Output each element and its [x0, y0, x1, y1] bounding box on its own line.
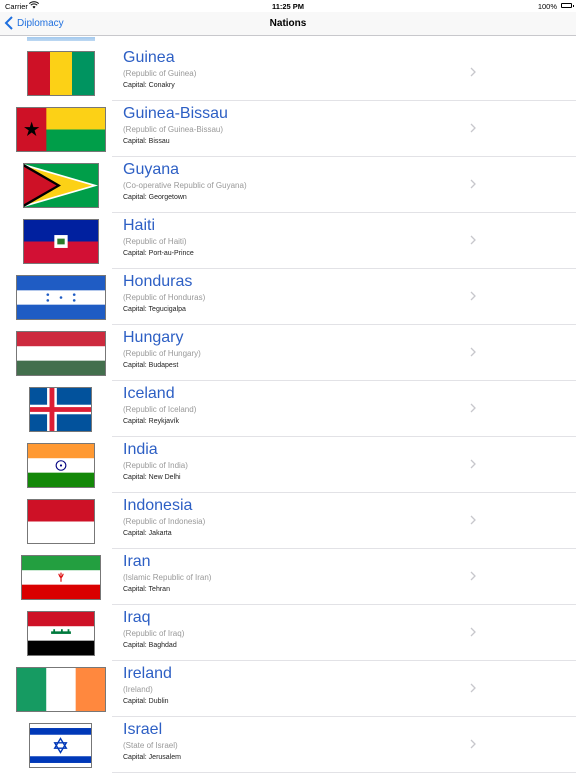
nation-name: Iraq — [123, 609, 151, 626]
nation-row[interactable]: Iceland (Republic of Iceland) Capital: Rey… — [0, 381, 576, 437]
israel-flag-icon — [29, 723, 92, 768]
nation-capital: Capital: Budapest — [123, 362, 179, 369]
chevron-right-icon — [470, 123, 476, 133]
status-bar: Carrier 11:25 PM 100% — [0, 0, 576, 12]
chevron-right-icon — [470, 291, 476, 301]
page-title: Nations — [269, 18, 307, 29]
nation-official-name: (Republic of Haiti) — [123, 237, 187, 246]
nation-row[interactable]: Iran (Islamic Republic of Iran) Capital: T… — [0, 549, 576, 605]
nation-official-name: (Republic of Guinea) — [123, 69, 197, 78]
nation-row[interactable]: India (Republic of India) Capital: New Del… — [0, 437, 576, 493]
honduras-flag-icon — [16, 275, 106, 320]
ireland-flag-icon — [16, 667, 106, 712]
nation-capital: Capital: Bissau — [123, 138, 170, 145]
hungary-flag-icon — [16, 331, 106, 376]
nation-capital: Capital: Dublin — [123, 698, 169, 705]
nation-official-name: (Republic of Guinea-Bissau) — [123, 125, 224, 134]
nation-capital: Capital: Reykjavík — [123, 418, 180, 425]
iceland-flag-icon — [29, 387, 92, 432]
nation-capital: Capital: Georgetown — [123, 194, 187, 201]
guinea-bissau-flag-icon — [16, 107, 106, 152]
nation-official-name: (Republic of Hungary) — [123, 349, 201, 358]
nation-name: Iceland — [123, 385, 175, 402]
nation-row[interactable]: Honduras (Republic of Honduras) Capital: T… — [0, 269, 576, 325]
india-flag-icon — [27, 443, 95, 488]
nation-official-name: (Co-operative Republic of Guyana) — [123, 181, 247, 190]
nation-name: Honduras — [123, 273, 193, 290]
chevron-right-icon — [470, 627, 476, 637]
navigation-bar: Diplomacy Nations — [0, 12, 576, 36]
nation-name: Guyana — [123, 161, 180, 178]
nation-capital: Capital: New Delhi — [123, 474, 181, 481]
guyana-flag-icon — [23, 163, 99, 208]
nation-row[interactable]: Guinea-Bissau (Republic of Guinea-Bissau)… — [0, 101, 576, 157]
nation-row[interactable]: Ireland (Ireland) Capital: Dublin — [0, 661, 576, 717]
nation-capital: Capital: Tegucigalpa — [123, 306, 186, 313]
chevron-right-icon — [470, 571, 476, 581]
chevron-right-icon — [470, 67, 476, 77]
nation-row[interactable]: Israel (State of Israel) Capital: Jerusale… — [0, 717, 576, 773]
iraq-flag-icon — [27, 611, 95, 656]
haiti-flag-icon — [23, 219, 99, 264]
nation-official-name: (Republic of Iceland) — [123, 405, 197, 414]
nation-name: Iran — [123, 553, 151, 570]
nation-name: Ireland — [123, 665, 172, 682]
nation-row[interactable]: Haiti (Republic of Haiti) Capital: Port-au… — [0, 213, 576, 269]
nation-capital: Capital: Port-au-Prince — [123, 250, 194, 257]
nation-official-name: (Republic of Indonesia) — [123, 517, 206, 526]
clock: 11:25 PM — [271, 2, 305, 11]
battery-percent: 100% — [537, 2, 557, 11]
partial-flag-icon — [27, 37, 95, 41]
nation-capital: Capital: Jerusalem — [123, 754, 181, 761]
nation-name: India — [123, 441, 158, 458]
chevron-right-icon — [470, 179, 476, 189]
chevron-right-icon — [470, 515, 476, 525]
nation-row[interactable]: Iraq (Republic of Iraq) Capital: Baghdad — [0, 605, 576, 661]
chevron-right-icon — [470, 459, 476, 469]
list-item-partial[interactable] — [0, 37, 576, 45]
iran-flag-icon — [21, 555, 101, 600]
nation-name: Hungary — [123, 329, 184, 346]
nation-name: Israel — [123, 721, 163, 738]
nation-capital: Capital: Tehran — [123, 586, 170, 593]
nation-row[interactable]: Guinea (Republic of Guinea) Capital: Conak… — [0, 45, 576, 101]
nation-row[interactable]: Hungary (Republic of Hungary) Capital: Bud… — [0, 325, 576, 381]
nation-official-name: (Ireland) — [123, 685, 153, 694]
nation-capital: Capital: Baghdad — [123, 642, 177, 649]
battery-icon — [561, 3, 574, 8]
chevron-right-icon — [470, 235, 476, 245]
nation-name: Guinea — [123, 49, 175, 66]
nation-capital: Capital: Jakarta — [123, 530, 172, 537]
nation-name: Indonesia — [123, 497, 193, 514]
nation-name: Guinea-Bissau — [123, 105, 228, 122]
guinea-flag-icon — [27, 51, 95, 96]
nation-row[interactable]: Indonesia (Republic of Indonesia) Capital:… — [0, 493, 576, 549]
nation-official-name: (State of Israel) — [123, 741, 178, 750]
chevron-right-icon — [470, 403, 476, 413]
nation-capital: Capital: Conakry — [123, 82, 175, 89]
nation-official-name: (Islamic Republic of Iran) — [123, 573, 212, 582]
chevron-right-icon — [470, 683, 476, 693]
chevron-right-icon — [470, 739, 476, 749]
nation-row[interactable]: Guyana (Co-operative Republic of Guyana) C… — [0, 157, 576, 213]
chevron-right-icon — [470, 347, 476, 357]
nation-name: Haiti — [123, 217, 156, 234]
nation-official-name: (Republic of Honduras) — [123, 293, 206, 302]
nation-official-name: (Republic of Iraq) — [123, 629, 185, 638]
nation-official-name: (Republic of India) — [123, 461, 188, 470]
indonesia-flag-icon — [27, 499, 95, 544]
